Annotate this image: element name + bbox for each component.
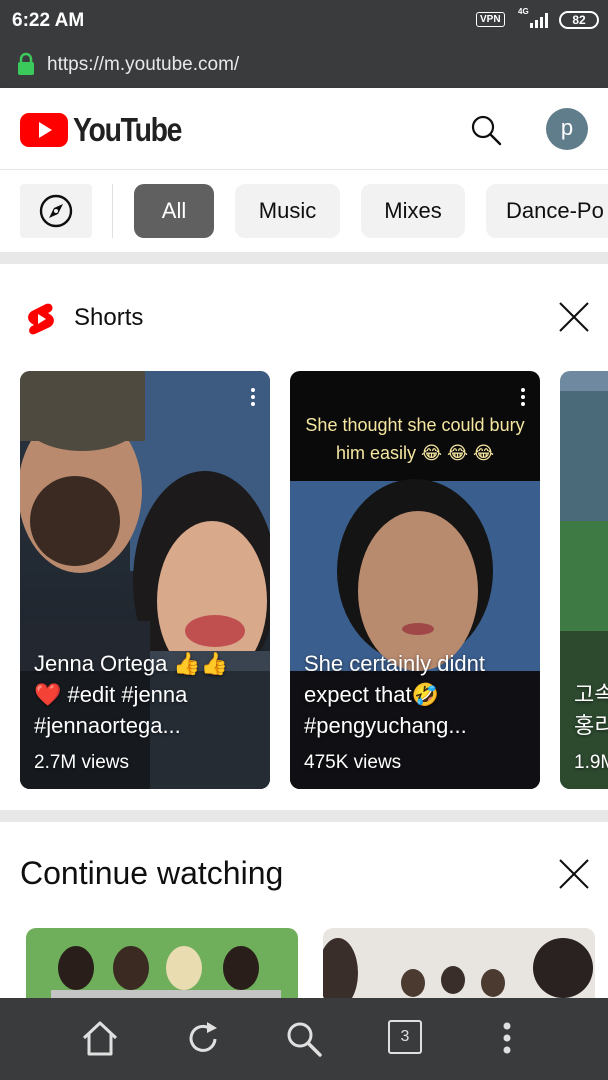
status-time: 6:22 AM	[12, 10, 85, 31]
signal-icon	[530, 13, 548, 28]
close-icon[interactable]	[557, 300, 591, 334]
browser-bottom-nav: 3	[0, 998, 608, 1080]
search-icon[interactable]	[284, 1018, 324, 1060]
youtube-play-icon	[20, 113, 68, 147]
youtube-logo-text: YouTube	[73, 111, 182, 148]
battery-indicator: 82	[559, 11, 599, 29]
search-icon[interactable]	[468, 112, 504, 148]
shorts-title: Shorts	[74, 304, 144, 331]
chip-all[interactable]: All	[134, 184, 214, 238]
short-caption: She certainly didnt expect that🤣 #pengyu…	[304, 651, 485, 738]
section-separator	[0, 252, 608, 264]
section-separator	[0, 810, 608, 822]
lock-icon	[18, 52, 34, 75]
short-caption: 고속 홍리	[574, 682, 608, 738]
chip-music[interactable]: Music	[235, 184, 340, 238]
youtube-header: YouTube	[0, 88, 608, 170]
short-card[interactable]: 고속 홍리 1.9M	[560, 371, 608, 789]
short-card[interactable]: She thought she could bury him easily 😂 …	[290, 371, 540, 789]
continue-watching-title: Continue watching	[20, 855, 284, 891]
more-vert-icon[interactable]	[520, 387, 526, 407]
explore-button[interactable]	[20, 184, 92, 238]
url-text[interactable]: https://m.youtube.com/	[47, 54, 239, 76]
youtube-logo[interactable]: YouTube	[20, 110, 199, 150]
browser-url-bar[interactable]: https://m.youtube.com/	[0, 42, 608, 88]
thumbnail-image	[26, 928, 298, 1008]
chip-mixes[interactable]: Mixes	[361, 184, 465, 238]
status-bar: 6:22 AM VPN 4G 82	[0, 0, 608, 42]
more-vert-icon[interactable]	[250, 387, 256, 407]
short-views: 1.9M	[574, 752, 608, 773]
chip-divider	[112, 184, 113, 238]
short-views: 2.7M views	[34, 752, 130, 773]
tab-switcher-button[interactable]: 3	[388, 1020, 422, 1054]
video-thumbnail[interactable]	[26, 928, 298, 1008]
compass-icon	[39, 194, 73, 228]
close-icon[interactable]	[557, 857, 591, 891]
shorts-logo-icon	[28, 303, 54, 335]
short-card[interactable]: Jenna Ortega 👍👍 ❤️ #edit #jenna #jennaor…	[20, 371, 270, 789]
reload-icon[interactable]	[183, 1018, 223, 1060]
shorts-header: Shorts	[0, 264, 608, 364]
account-avatar[interactable]: p	[546, 108, 588, 150]
short-caption: Jenna Ortega 👍👍 ❤️ #edit #jenna #jennaor…	[34, 651, 229, 738]
vpn-badge: VPN	[476, 12, 505, 27]
home-icon[interactable]	[80, 1018, 120, 1060]
video-thumbnail[interactable]	[323, 928, 595, 1008]
thumbnail-image	[323, 928, 595, 1008]
chip-bar: All Music Mixes Dance-Po	[0, 170, 608, 252]
more-menu-icon[interactable]	[487, 1018, 527, 1060]
short-overlay-text: She thought she could bury him easily 😂 …	[305, 415, 525, 463]
chip-dance-pop[interactable]: Dance-Po	[486, 184, 608, 238]
short-views: 475K views	[304, 752, 402, 773]
